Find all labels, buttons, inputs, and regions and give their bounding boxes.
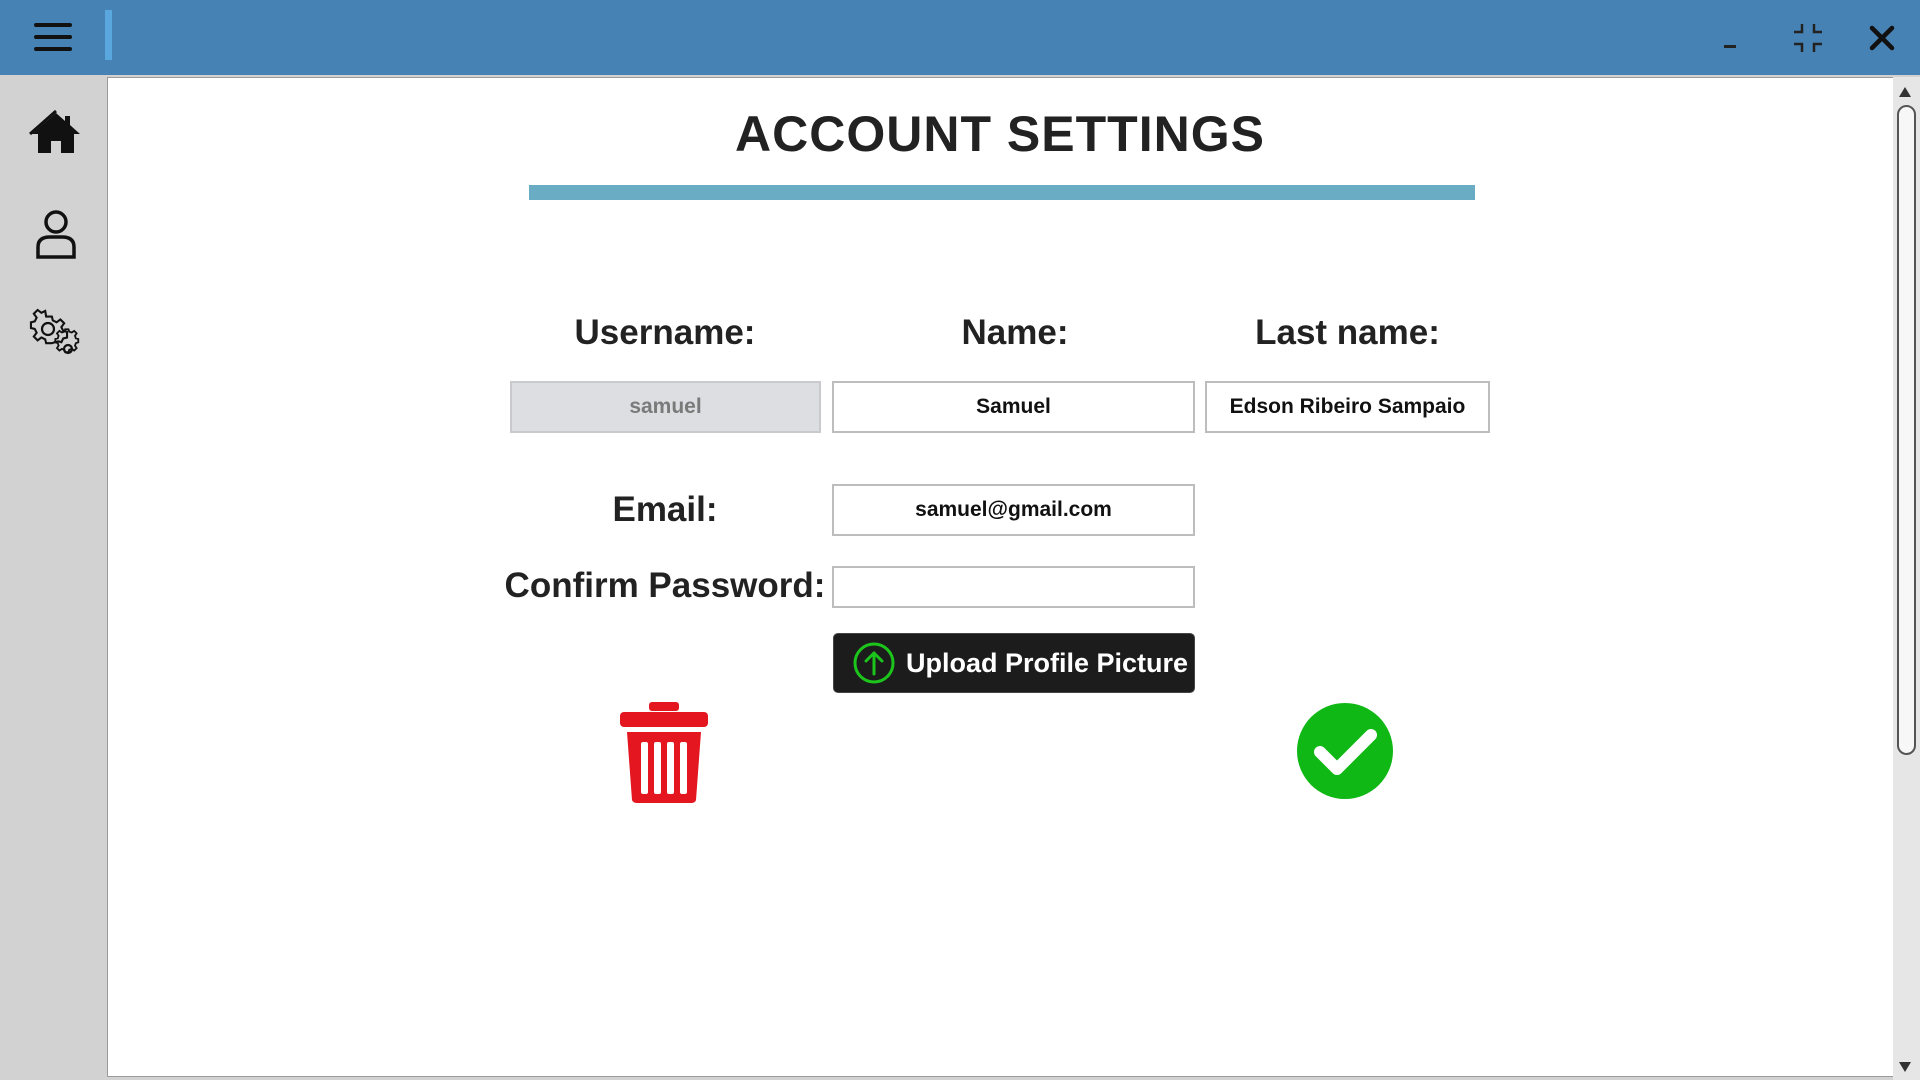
minimize-icon[interactable] xyxy=(1712,18,1752,58)
trash-icon[interactable] xyxy=(618,700,710,804)
upload-button-label: Upload Profile Picture xyxy=(906,647,1189,678)
title-accent-bar xyxy=(105,10,112,60)
name-label: Name: xyxy=(961,313,1069,352)
hamburger-menu-icon[interactable] xyxy=(28,20,78,56)
lastname-label: Last name: xyxy=(1255,313,1440,352)
confirm-password-label: Confirm Password: xyxy=(504,566,826,605)
scroll-up-arrow-icon[interactable] xyxy=(1899,87,1911,97)
vertical-scrollbar[interactable] xyxy=(1893,77,1920,1080)
title-divider xyxy=(529,185,1475,200)
username-label: Username: xyxy=(574,313,756,352)
lastname-field[interactable] xyxy=(1205,381,1490,433)
email-field[interactable] xyxy=(832,484,1195,536)
user-icon[interactable] xyxy=(28,207,84,263)
page-title: ACCOUNT SETTINGS xyxy=(735,106,1265,162)
upload-arrow-icon xyxy=(853,642,895,684)
upload-profile-picture-button[interactable]: Upload Profile Picture xyxy=(833,633,1195,693)
close-icon[interactable] xyxy=(1862,18,1902,58)
scroll-down-arrow-icon[interactable] xyxy=(1899,1062,1911,1072)
settings-gears-icon[interactable] xyxy=(28,307,84,363)
checkmark-icon[interactable] xyxy=(1296,702,1394,800)
confirm-password-field[interactable] xyxy=(832,566,1195,608)
name-field[interactable] xyxy=(832,381,1195,433)
restore-icon[interactable] xyxy=(1788,18,1828,58)
sidebar xyxy=(0,75,105,1080)
username-field xyxy=(510,381,821,433)
email-label: Email: xyxy=(612,490,718,529)
scroll-thumb[interactable] xyxy=(1897,105,1916,755)
title-bar xyxy=(0,0,1920,75)
home-icon[interactable] xyxy=(28,105,84,161)
